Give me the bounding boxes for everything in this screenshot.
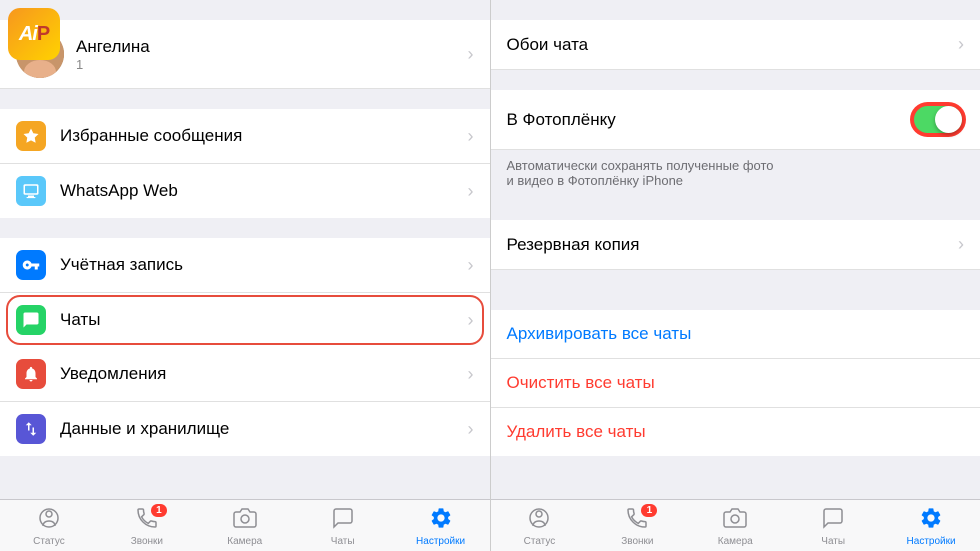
wallpaper-label: Обои чата <box>507 35 959 55</box>
toggle-knob <box>935 106 962 133</box>
section-actions: Архивировать все чаты Очистить все чаты … <box>491 310 980 456</box>
chats-chevron: › <box>468 310 474 331</box>
menu-item-chats-wrapper: Чаты › <box>0 293 490 347</box>
profile-info: Ангелина 1 <box>76 37 468 72</box>
account-label: Учётная запись <box>60 255 468 275</box>
data-icon <box>16 414 46 444</box>
right-panel: Обои чата › В Фотоплёнку Автоматически с… <box>490 0 980 551</box>
settings-item-wallpaper[interactable]: Обои чата › <box>491 20 980 70</box>
status-icon-left <box>37 506 61 534</box>
tab-settings-right[interactable]: Настройки <box>882 506 980 547</box>
profile-chevron: › <box>468 44 474 65</box>
whatsapp-web-chevron: › <box>468 181 474 202</box>
camera-label-left: Камера <box>227 536 262 547</box>
tab-status-left[interactable]: Статус <box>0 506 98 547</box>
monitor-icon <box>16 176 46 206</box>
data-label: Данные и хранилище <box>60 419 468 439</box>
settings-icon-right <box>919 506 943 534</box>
star-icon <box>16 121 46 151</box>
profile-sub: 1 <box>76 57 468 72</box>
notifications-chevron: › <box>468 364 474 385</box>
calls-badge-left: 1 <box>151 504 167 517</box>
notifications-label: Уведомления <box>60 364 468 384</box>
status-label-right: Статус <box>524 536 556 547</box>
left-panel: Ангелина 1 › Избранные сообщения › <box>0 0 490 551</box>
chats-tab-icon-right <box>821 506 845 534</box>
camera-icon-left <box>233 506 257 534</box>
camera-label-right: Камера <box>718 536 753 547</box>
settings-item-delete-all[interactable]: Удалить все чаты <box>491 408 980 456</box>
status-icon-right <box>527 506 551 534</box>
chats-label: Чаты <box>60 310 468 330</box>
tab-camera-right[interactable]: Камера <box>686 506 784 547</box>
section-backup: Резервная копия › <box>491 220 980 270</box>
starred-chevron: › <box>468 126 474 147</box>
calls-label-left: Звонки <box>131 536 163 547</box>
chats-tab-label-right: Чаты <box>821 536 845 547</box>
menu-item-data[interactable]: Данные и хранилище › <box>0 402 490 456</box>
wallpaper-chevron: › <box>958 34 964 55</box>
photo-roll-label: В Фотоплёнку <box>507 110 913 130</box>
settings-label-left: Настройки <box>416 536 465 547</box>
tab-calls-right[interactable]: 1 Звонки <box>588 506 686 547</box>
tab-chats-right[interactable]: Чаты <box>784 506 882 547</box>
photo-roll-desc: Автоматически сохранять полученные фотои… <box>491 150 980 200</box>
calls-badge-right: 1 <box>641 504 657 517</box>
section-wallpaper: Обои чата › <box>491 20 980 70</box>
section-photo-roll: В Фотоплёнку Автоматически сохранять пол… <box>491 90 980 200</box>
whatsapp-web-label: WhatsApp Web <box>60 181 468 201</box>
archive-all-label: Архивировать все чаты <box>507 324 965 344</box>
menu-item-whatsapp-web[interactable]: WhatsApp Web › <box>0 164 490 218</box>
menu-item-notifications[interactable]: Уведомления › <box>0 347 490 402</box>
section-starred-web: Избранные сообщения › WhatsApp Web › <box>0 109 490 218</box>
data-chevron: › <box>468 419 474 440</box>
right-tab-bar: Статус 1 Звонки Камера <box>491 499 980 551</box>
settings-label-right: Настройки <box>907 536 956 547</box>
chats-tab-label-left: Чаты <box>331 536 355 547</box>
tab-camera-left[interactable]: Камера <box>196 506 294 547</box>
key-icon <box>16 250 46 280</box>
tab-settings-left[interactable]: Настройки <box>392 506 490 547</box>
clear-all-label: Очистить все чаты <box>507 373 965 393</box>
settings-item-archive-all[interactable]: Архивировать все чаты <box>491 310 980 359</box>
chat-icon <box>16 305 46 335</box>
bell-icon <box>16 359 46 389</box>
status-label-left: Статус <box>33 536 65 547</box>
account-chevron: › <box>468 255 474 276</box>
profile-name: Ангелина <box>76 37 468 57</box>
starred-label: Избранные сообщения <box>60 126 468 146</box>
chats-tab-icon-left <box>331 506 355 534</box>
settings-item-backup[interactable]: Резервная копия › <box>491 220 980 270</box>
menu-item-account[interactable]: Учётная запись › <box>0 238 490 293</box>
profile-row[interactable]: Ангелина 1 › <box>0 20 490 89</box>
photo-roll-toggle[interactable] <box>912 104 964 135</box>
backup-label: Резервная копия <box>507 235 959 255</box>
menu-item-chats[interactable]: Чаты › <box>0 293 490 347</box>
tab-calls-left[interactable]: 1 Звонки <box>98 506 196 547</box>
tab-status-right[interactable]: Статус <box>491 506 589 547</box>
menu-item-starred[interactable]: Избранные сообщения › <box>0 109 490 164</box>
delete-all-label: Удалить все чаты <box>507 422 965 442</box>
backup-chevron: › <box>958 234 964 255</box>
settings-item-photo-roll[interactable]: В Фотоплёнку <box>491 90 980 150</box>
camera-icon-right <box>723 506 747 534</box>
calls-label-right: Звонки <box>621 536 653 547</box>
tab-chats-left[interactable]: Чаты <box>294 506 392 547</box>
settings-icon-left <box>429 506 453 534</box>
left-tab-bar: Статус 1 Звонки Камера <box>0 499 490 551</box>
section-account-etc: Учётная запись › Чаты › <box>0 238 490 456</box>
aip-logo: AiP <box>8 8 60 60</box>
settings-item-clear-all[interactable]: Очистить все чаты <box>491 359 980 408</box>
